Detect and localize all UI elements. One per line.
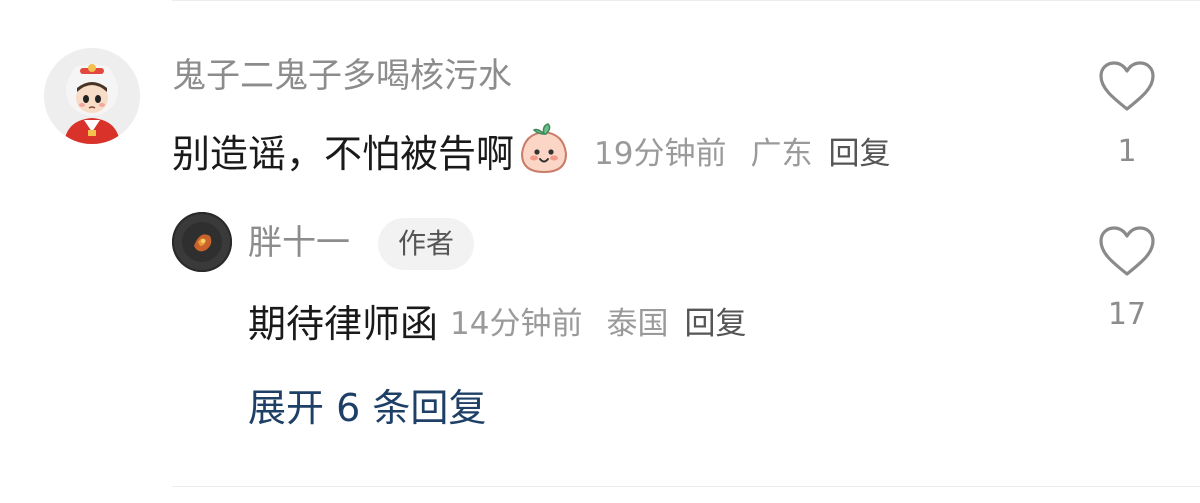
reply-username[interactable]: 胖十一 — [248, 221, 350, 265]
reply-text: 期待律师函 — [248, 301, 439, 346]
comment-reply-button[interactable]: 回复 — [828, 128, 890, 173]
comment-like-button[interactable] — [1098, 60, 1156, 112]
comment-time: 19分钟前 — [594, 135, 727, 172]
heart-icon — [1099, 61, 1155, 111]
avatar[interactable] — [44, 48, 140, 144]
comment-username[interactable]: 鬼子二鬼子多喝核污水 — [172, 54, 512, 98]
comment-body: 别造谣，不怕被告啊 19分钟前 广东 回复 — [172, 122, 890, 178]
reply-avatar-image — [172, 212, 232, 272]
reply-reply-button[interactable]: 回复 — [684, 298, 746, 343]
comment-location: 广东 — [750, 135, 813, 172]
smiling-peach-emoji-icon — [516, 122, 572, 178]
comment-text: 别造谣，不怕被告啊 — [172, 131, 515, 176]
reply-body: 期待律师函 14分钟前 泰国 回复 — [248, 292, 746, 348]
author-badge: 作者 — [378, 218, 474, 270]
expand-replies-link[interactable]: 展开 6 条回复 — [248, 382, 486, 434]
reply-like-button[interactable] — [1098, 225, 1156, 277]
heart-icon — [1099, 226, 1155, 276]
reply-avatar[interactable] — [172, 212, 232, 272]
reply-location: 泰国 — [606, 305, 669, 342]
bottom-divider — [172, 486, 1200, 487]
top-divider — [172, 0, 1200, 1]
avatar-image — [44, 48, 140, 144]
reply-like-count: 17 — [1107, 297, 1147, 332]
comment-like-count: 1 — [1117, 134, 1137, 169]
reply-time: 14分钟前 — [450, 305, 583, 342]
